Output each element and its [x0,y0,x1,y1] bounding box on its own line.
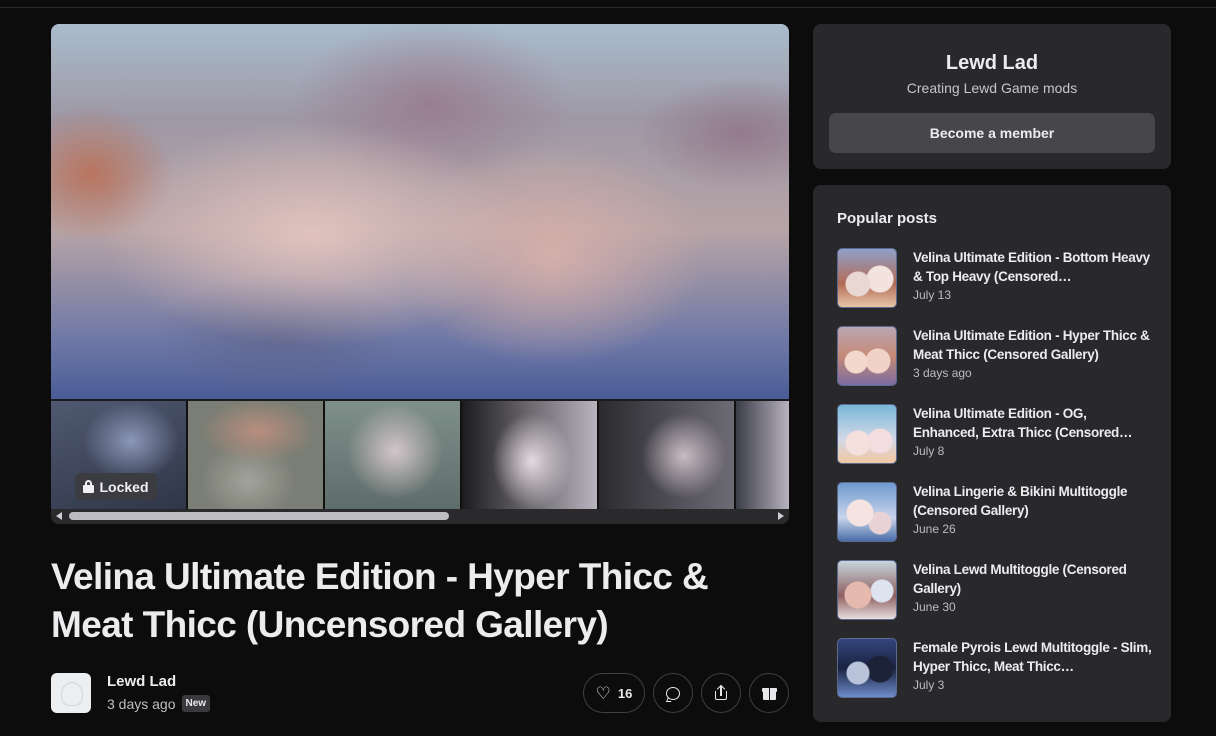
popular-post-item[interactable]: Velina Ultimate Edition - OG, Enhanced, … [837,404,1157,482]
post-thumbnail[interactable] [837,404,897,464]
creator-tagline: Creating Lewd Game mods [906,80,1078,96]
popular-posts-list: Velina Ultimate Edition - Bottom Heavy &… [837,248,1157,716]
scrollbar-thumb[interactable] [69,512,449,520]
creator-card: Lewd Lad Creating Lewd Game mods Become … [813,24,1171,169]
like-count: 16 [617,685,633,701]
new-badge: New [181,695,211,712]
post-actions: ♡ 16 [583,673,789,713]
main-image-blurred[interactable] [51,24,789,399]
popular-post-item[interactable]: Velina Lingerie & Bikini Multitoggle (Ce… [837,482,1157,560]
popular-post-item[interactable]: Female Pyrois Lewd Multitoggle - Slim, H… [837,638,1157,716]
author-avatar[interactable] [51,673,91,713]
share-icon [715,684,727,700]
comment-button[interactable] [653,673,693,713]
popular-post-title[interactable]: Velina Lingerie & Bikini Multitoggle (Ce… [913,482,1153,520]
become-member-button[interactable]: Become a member [829,113,1155,153]
gift-button[interactable] [749,673,789,713]
popular-post-date: July 3 [913,678,945,692]
post-thumbnail[interactable] [837,560,897,620]
author-name[interactable]: Lewd Lad [107,673,176,690]
popular-post-date: July 8 [913,444,945,458]
post-thumbnail[interactable] [837,638,897,698]
scroll-left-arrow-icon[interactable] [56,512,62,520]
gallery-thumbnail[interactable] [599,401,734,509]
gift-icon [761,686,777,700]
comment-icon [666,686,680,700]
like-button[interactable]: ♡ 16 [583,673,645,713]
scroll-right-arrow-icon[interactable] [778,512,784,520]
creator-name[interactable]: Lewd Lad [813,52,1171,75]
locked-label: Locked [99,478,149,495]
popular-post-item[interactable]: Velina Lewd Multitoggle (Censored Galler… [837,560,1157,638]
lock-icon [83,480,95,493]
post-meta: 3 days ago New [107,695,211,712]
popular-post-title[interactable]: Female Pyrois Lewd Multitoggle - Slim, H… [913,638,1153,676]
locked-badge: Locked [75,473,157,500]
heart-icon: ♡ [595,683,611,703]
post-time: 3 days ago [107,695,176,712]
gallery-thumbnail[interactable] [462,401,597,509]
post-thumbnail[interactable] [837,482,897,542]
post-title: Velina Ultimate Edition - Hyper Thicc & … [51,556,709,645]
gallery-thumbnail[interactable] [325,401,460,509]
gallery-thumbnail[interactable] [736,401,789,509]
popular-post-item[interactable]: Velina Ultimate Edition - Bottom Heavy &… [837,248,1157,326]
popular-post-title[interactable]: Velina Ultimate Edition - Bottom Heavy &… [913,248,1153,286]
popular-post-date: June 26 [913,522,956,536]
popular-posts-card: Popular posts Velina Ultimate Edition - … [813,185,1171,722]
popular-post-title[interactable]: Velina Ultimate Edition - OG, Enhanced, … [913,404,1153,442]
popular-post-item[interactable]: Velina Ultimate Edition - Hyper Thicc & … [837,326,1157,404]
thumbnail-strip [51,401,789,509]
popular-post-title[interactable]: Velina Ultimate Edition - Hyper Thicc & … [913,326,1153,364]
gallery-thumbnail[interactable] [188,401,323,509]
image-gallery: Locked [51,24,789,524]
gallery-scrollbar[interactable] [51,509,789,524]
popular-post-date: June 30 [913,600,956,614]
popular-posts-heading: Popular posts [837,210,938,227]
top-bar [0,0,1216,8]
popular-post-date: July 13 [913,288,952,302]
popular-post-date: 3 days ago [913,366,972,380]
post-thumbnail[interactable] [837,326,897,386]
share-button[interactable] [701,673,741,713]
post-thumbnail[interactable] [837,248,897,308]
popular-post-title[interactable]: Velina Lewd Multitoggle (Censored Galler… [913,560,1153,598]
